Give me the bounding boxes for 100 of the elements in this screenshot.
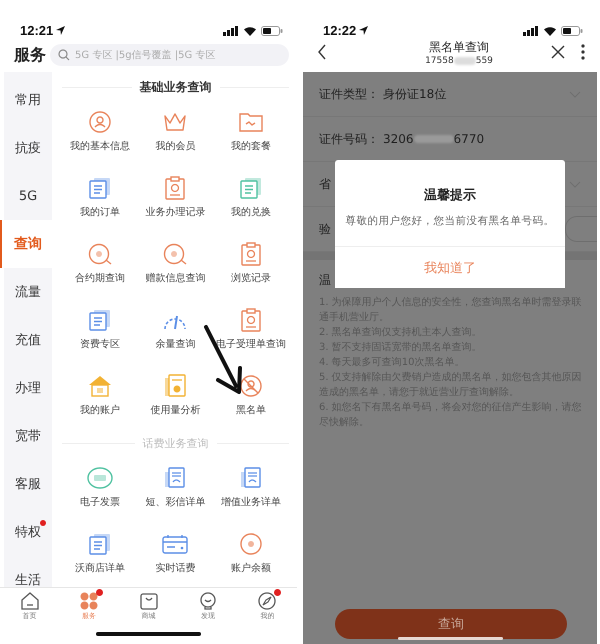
house-icon xyxy=(88,374,112,396)
home-icon xyxy=(20,592,39,610)
location-arrow-icon xyxy=(359,26,368,35)
sidebar-item[interactable]: 特权 xyxy=(4,508,52,556)
id-number-start: 3206 xyxy=(383,132,414,146)
service-item[interactable]: 浏览记录 xyxy=(213,230,289,296)
service-item[interactable]: 资费专区 xyxy=(62,296,138,362)
blur-smudge xyxy=(414,135,454,143)
wifi-icon xyxy=(543,26,557,36)
header-title: 黑名单查询 xyxy=(428,38,489,56)
query-button[interactable]: 查询 xyxy=(335,609,567,639)
signal-icon xyxy=(223,26,239,36)
form-row[interactable]: 证件类型： 身份证18位 xyxy=(303,72,597,117)
phone-number-end: 559 xyxy=(476,56,493,66)
service-item[interactable]: 沃商店详单 xyxy=(62,520,138,586)
section-title: 话费业务查询 xyxy=(142,436,208,450)
service-item[interactable]: 增值业务详单 xyxy=(213,454,289,520)
signal-icon xyxy=(523,26,539,36)
clipboard-icon xyxy=(241,308,262,332)
battery-icon xyxy=(261,26,283,36)
crown-icon xyxy=(163,112,188,132)
service-item[interactable]: 余量查询 xyxy=(138,296,214,362)
sidebar-item[interactable]: 充值 xyxy=(4,316,52,364)
folder-icon xyxy=(239,112,264,132)
shopping-bag-icon xyxy=(140,592,158,610)
service-label: 我的基本信息 xyxy=(70,140,130,152)
service-item[interactable]: 我的套餐 xyxy=(213,98,289,164)
service-item[interactable]: 我的基本信息 xyxy=(62,98,138,164)
service-label: 余量查询 xyxy=(155,338,196,350)
service-item[interactable]: 电子受理单查询 xyxy=(213,296,289,362)
service-item[interactable]: 我的订单 xyxy=(62,164,138,230)
sidebar-item[interactable]: 办理 xyxy=(4,364,52,412)
phone-number-start: 17558 xyxy=(425,56,454,66)
field-label: 证件类型： xyxy=(319,86,380,102)
service-item[interactable]: 我的会员 xyxy=(138,98,214,164)
blur-smudge xyxy=(454,56,476,64)
service-item[interactable]: 我的兑换 xyxy=(213,164,289,230)
clipboard-icon xyxy=(165,176,186,200)
field-label: 省 xyxy=(319,176,332,192)
service-item[interactable]: 业务办理记录 xyxy=(138,164,214,230)
service-label: 实时话费 xyxy=(155,562,196,574)
documents-icon xyxy=(88,176,111,198)
notes-title: 温 xyxy=(319,272,331,289)
service-item[interactable]: 我的账户 xyxy=(62,362,138,428)
chart-document-icon xyxy=(164,374,186,398)
service-label: 电子发票 xyxy=(80,496,120,508)
dialog-message: 尊敬的用户您好，您当前没有黑名单号码。 xyxy=(346,214,554,228)
service-label: 资费专区 xyxy=(80,338,120,350)
compass-icon xyxy=(258,592,276,610)
service-label: 我的会员 xyxy=(155,140,196,152)
documents-icon xyxy=(240,176,262,198)
smiley-bubble-icon xyxy=(198,592,217,610)
back-icon[interactable] xyxy=(317,44,327,60)
service-label: 赠款信息查询 xyxy=(145,272,206,284)
card-icon xyxy=(162,534,188,554)
service-label: 短、彩信详单 xyxy=(145,496,206,508)
service-label: 业务办理记录 xyxy=(145,206,206,218)
service-item[interactable]: 电子发票 xyxy=(62,454,138,520)
service-item[interactable]: 赠款信息查询 xyxy=(138,230,214,296)
service-label: 账户余额 xyxy=(231,562,272,574)
section-title: 基础业务查询 xyxy=(140,78,212,96)
service-item[interactable]: 账户余额 xyxy=(213,520,289,586)
search-field[interactable]: 5G 专区 |5g信号覆盖 |5G 专区 xyxy=(50,44,289,66)
service-label: 黑名单 xyxy=(236,404,266,416)
service-item[interactable]: 合约期查询 xyxy=(62,230,138,296)
field-label: 证件号码： xyxy=(319,130,380,148)
document-icon xyxy=(164,466,186,488)
sidebar-item[interactable]: 常用 xyxy=(4,76,52,124)
four-petals-icon xyxy=(80,592,98,610)
service-label: 我的兑换 xyxy=(231,206,272,218)
service-item[interactable]: 短、彩信详单 xyxy=(138,454,214,520)
sidebar-item[interactable]: 宽带 xyxy=(4,412,52,460)
battery-icon xyxy=(561,26,583,36)
sidebar-item[interactable]: 流量 xyxy=(4,268,52,316)
service-label: 合约期查询 xyxy=(74,272,125,284)
close-icon[interactable] xyxy=(550,45,565,59)
more-icon[interactable] xyxy=(580,44,585,60)
search-icon xyxy=(58,49,70,61)
sidebar-item[interactable]: 5G xyxy=(4,172,52,220)
sidebar-item[interactable]: 抗疫 xyxy=(4,124,52,172)
service-item[interactable]: 实时话费 xyxy=(138,520,214,586)
sidebar-item[interactable]: 查询 xyxy=(0,220,52,268)
service-label: 电子受理单查询 xyxy=(216,338,286,350)
sidebar-item[interactable]: 客服 xyxy=(4,460,52,508)
page-title: 服务 xyxy=(14,44,46,66)
location-arrow-icon xyxy=(56,26,66,35)
dialog-title: 温馨提示 xyxy=(424,187,476,204)
service-label: 使用量分析 xyxy=(150,404,200,416)
blocked-user-icon xyxy=(240,374,262,396)
id-number-end: 6770 xyxy=(454,132,484,146)
service-label: 我的套餐 xyxy=(231,140,272,152)
field-value: 身份证18位 xyxy=(383,86,446,102)
service-label: 我的账户 xyxy=(80,404,120,416)
document-icon xyxy=(240,466,262,488)
service-item[interactable]: 黑名单 xyxy=(213,362,289,428)
service-item[interactable]: 使用量分析 xyxy=(138,362,214,428)
status-time: 12:22 xyxy=(323,23,356,38)
wifi-icon xyxy=(243,26,257,36)
sidebar-item[interactable]: 生活 xyxy=(4,556,52,587)
clipboard-icon xyxy=(241,242,262,266)
